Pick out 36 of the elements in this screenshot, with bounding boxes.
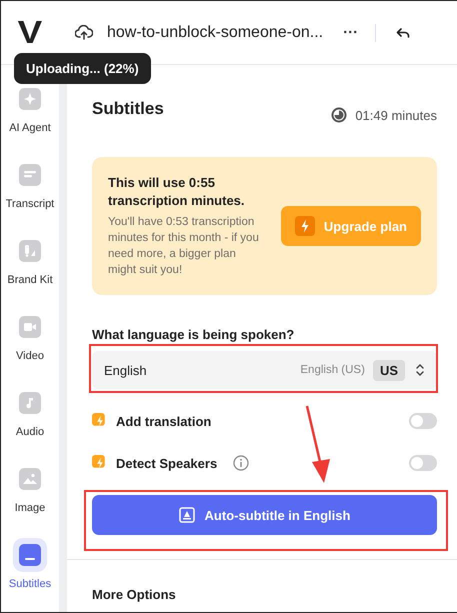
lightning-icon xyxy=(294,216,315,236)
auto-subtitle-button[interactable]: Auto-subtitle in English xyxy=(92,495,437,535)
notice-heading: This will use 0:55 transcription minutes. xyxy=(108,174,246,210)
lightning-icon xyxy=(92,455,108,471)
toggle-switch[interactable] xyxy=(409,413,437,429)
option-label: Add translation xyxy=(116,414,212,428)
video-camera-icon xyxy=(19,316,41,338)
undo-icon[interactable] xyxy=(396,26,410,38)
file-name[interactable]: how-to-unblock-someone-on... xyxy=(107,24,324,42)
option-label: Detect Speakers xyxy=(116,456,218,470)
sidebar-item[interactable]: Video xyxy=(13,310,47,362)
music-note-icon xyxy=(19,392,41,414)
document-icon xyxy=(19,164,41,186)
lightning-icon xyxy=(92,413,108,429)
more-button[interactable]: ··· xyxy=(343,24,358,41)
logo: V xyxy=(18,14,42,51)
language-code: US xyxy=(372,360,405,380)
language-hint: English (US) xyxy=(300,364,365,376)
question-label: What language is being spoken? xyxy=(92,327,296,342)
sidebar-item[interactable]: Brand Kit xyxy=(7,234,53,286)
section-heading: More Options xyxy=(92,587,177,602)
cloud-upload-icon[interactable] xyxy=(75,24,93,40)
notice-body: You'll have 0:53 transcription minutes for this month - if you need more, a bigger plan might suit you! xyxy=(108,215,260,278)
chevron-updown-icon xyxy=(415,362,425,378)
sparkle-icon xyxy=(19,88,41,110)
image-icon xyxy=(19,468,41,490)
sidebar-item[interactable]: AI Agent xyxy=(9,82,51,134)
panel-title: Subtitles xyxy=(92,99,165,119)
toggle-switch[interactable] xyxy=(409,455,437,471)
sidebar-item[interactable]: Audio xyxy=(13,386,47,438)
sidebar-item[interactable]: Image xyxy=(13,462,47,514)
clock-icon xyxy=(331,107,348,123)
language-select[interactable]: English English (US) US xyxy=(92,351,437,389)
upload-tooltip: Uploading... (22%) xyxy=(14,53,151,84)
duration-text: 01:49 minutes xyxy=(355,108,437,122)
sidebar-item[interactable]: Transcript xyxy=(6,158,54,210)
